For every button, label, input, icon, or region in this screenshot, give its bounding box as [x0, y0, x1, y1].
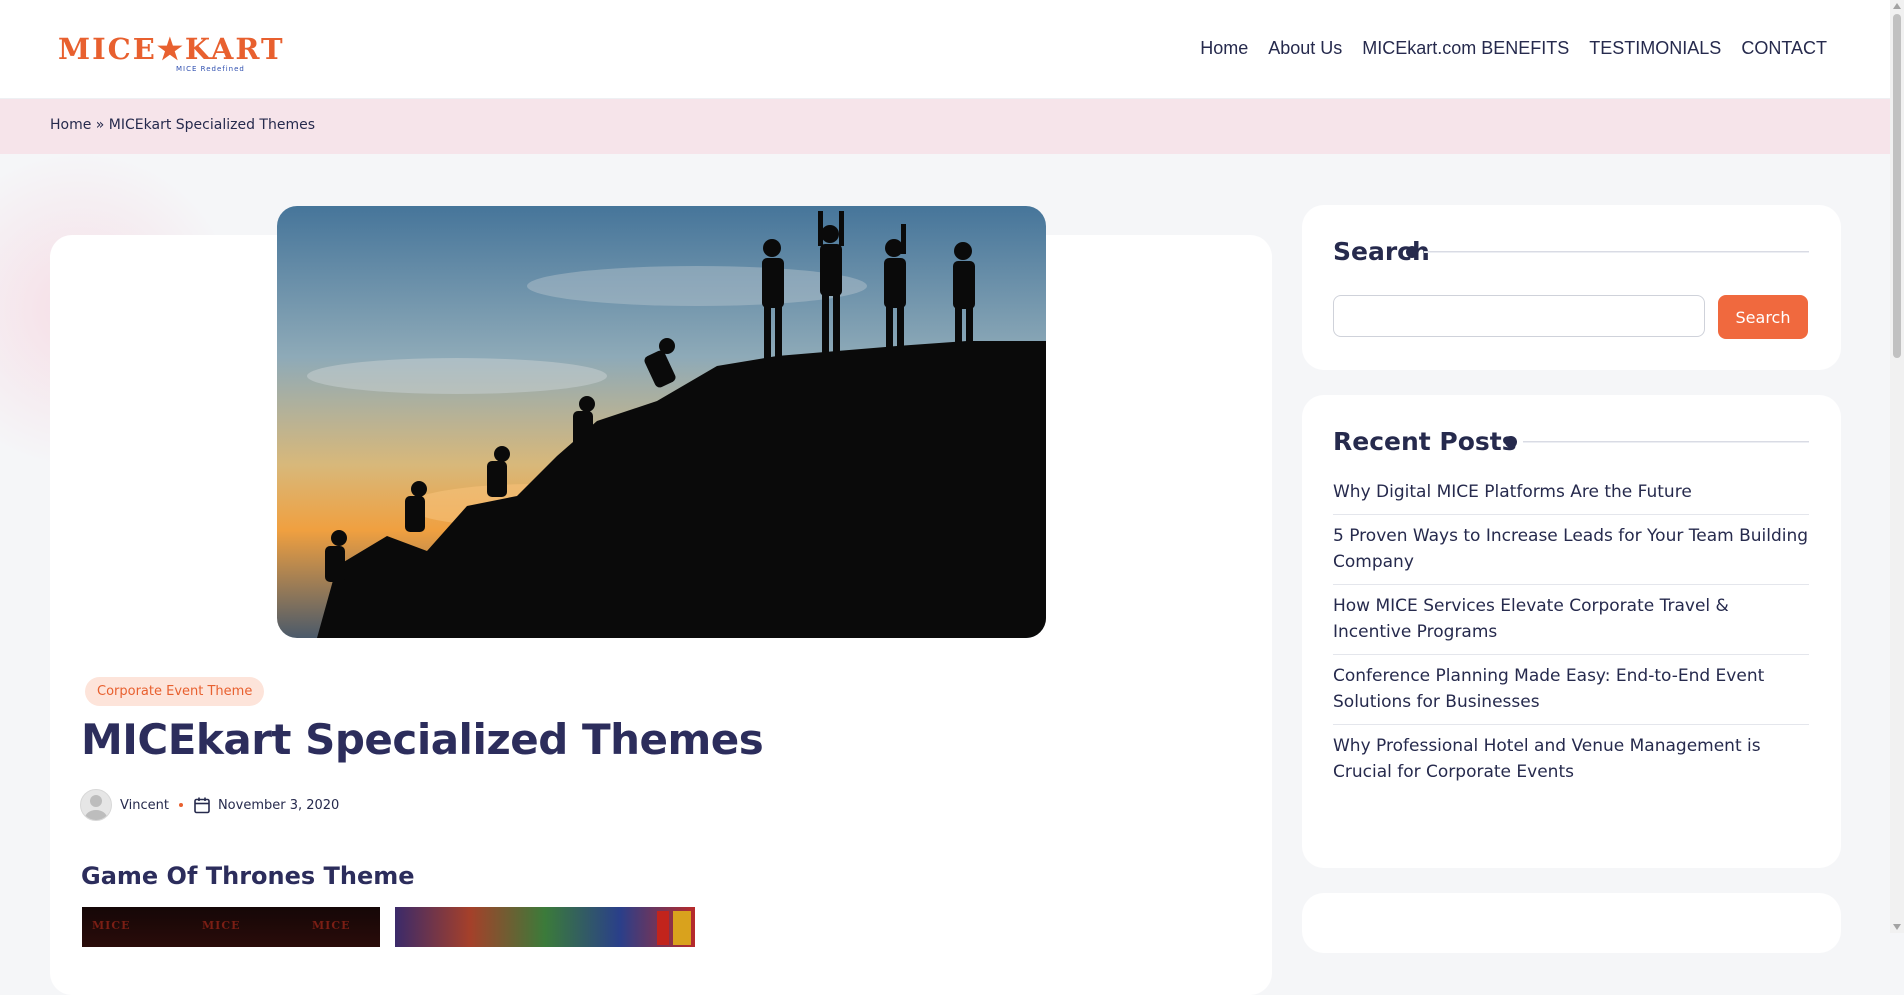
- logo-wordmark: MICE★KART: [58, 32, 285, 66]
- recent-posts-widget: Recent Posts Why Digital MICE Platforms …: [1302, 395, 1841, 868]
- nav-item-contact[interactable]: CONTACT: [1741, 38, 1827, 59]
- calendar-icon: [194, 797, 210, 814]
- recent-post-link[interactable]: 5 Proven Ways to Increase Leads for Your…: [1333, 515, 1809, 585]
- recent-post-link[interactable]: Why Digital MICE Platforms Are the Futur…: [1333, 471, 1809, 515]
- author-avatar[interactable]: [80, 789, 112, 821]
- recent-posts-list: Why Digital MICE Platforms Are the Futur…: [1333, 471, 1809, 794]
- nav-item-testimonials[interactable]: TESTIMONIALS: [1589, 38, 1721, 59]
- sidebar-widget: [1302, 893, 1841, 953]
- hero-image: [277, 206, 1046, 638]
- logo-tagline: MICE Redefined: [176, 65, 245, 73]
- site-logo[interactable]: MICE★KART MICE Redefined: [58, 24, 283, 74]
- title-dot-decoration: [1406, 246, 1418, 258]
- user-icon: [85, 795, 107, 820]
- mountain-team-silhouette-image: [277, 206, 1046, 638]
- logo-watermark: MICE: [92, 919, 131, 932]
- logo-watermark: MICE: [202, 919, 241, 932]
- category-badge[interactable]: Corporate Event Theme: [85, 677, 265, 706]
- nav-item-about-us[interactable]: About Us: [1268, 38, 1342, 59]
- breadcrumb[interactable]: Home » MICEkart Specialized Themes: [50, 117, 315, 133]
- scroll-down-icon[interactable]: [1893, 924, 1901, 930]
- nav-item-home[interactable]: Home: [1200, 38, 1248, 59]
- title-divider: [1523, 441, 1809, 443]
- recent-post-link[interactable]: How MICE Services Elevate Corporate Trav…: [1333, 585, 1809, 655]
- site-header: MICE★KART MICE Redefined Home About Us M…: [0, 0, 1890, 99]
- search-input[interactable]: [1333, 295, 1705, 337]
- post-date[interactable]: November 3, 2020: [218, 798, 339, 813]
- title-divider: [1424, 251, 1809, 253]
- author-name[interactable]: Vincent: [120, 798, 169, 813]
- page-scrollbar[interactable]: [1890, 0, 1904, 933]
- meta-separator: [178, 803, 183, 807]
- search-button[interactable]: Search: [1718, 295, 1808, 339]
- recent-posts-title: Recent Posts: [1333, 427, 1517, 456]
- theme-image-2[interactable]: [395, 907, 695, 947]
- recent-post-link[interactable]: Why Professional Hotel and Venue Managem…: [1333, 725, 1809, 794]
- post-meta: Vincent November 3, 2020: [80, 789, 339, 821]
- theme-image-1[interactable]: MICE MICE MICE: [82, 907, 380, 947]
- post-title: MICEkart Specialized Themes: [81, 715, 764, 764]
- scroll-up-icon[interactable]: [1893, 3, 1901, 9]
- nav-item-benefits[interactable]: MICEkart.com BENEFITS: [1362, 38, 1569, 59]
- search-widget: Search Search: [1302, 205, 1841, 370]
- title-dot-decoration: [1505, 436, 1517, 448]
- breadcrumb-bar: Home » MICEkart Specialized Themes: [0, 99, 1890, 154]
- section-heading: Game Of Thrones Theme: [81, 862, 415, 890]
- logo-watermark: MICE: [312, 919, 351, 932]
- scrollbar-thumb[interactable]: [1893, 14, 1901, 358]
- recent-post-link[interactable]: Conference Planning Made Easy: End-to-En…: [1333, 655, 1809, 725]
- main-nav: Home About Us MICEkart.com BENEFITS TEST…: [1200, 38, 1827, 59]
